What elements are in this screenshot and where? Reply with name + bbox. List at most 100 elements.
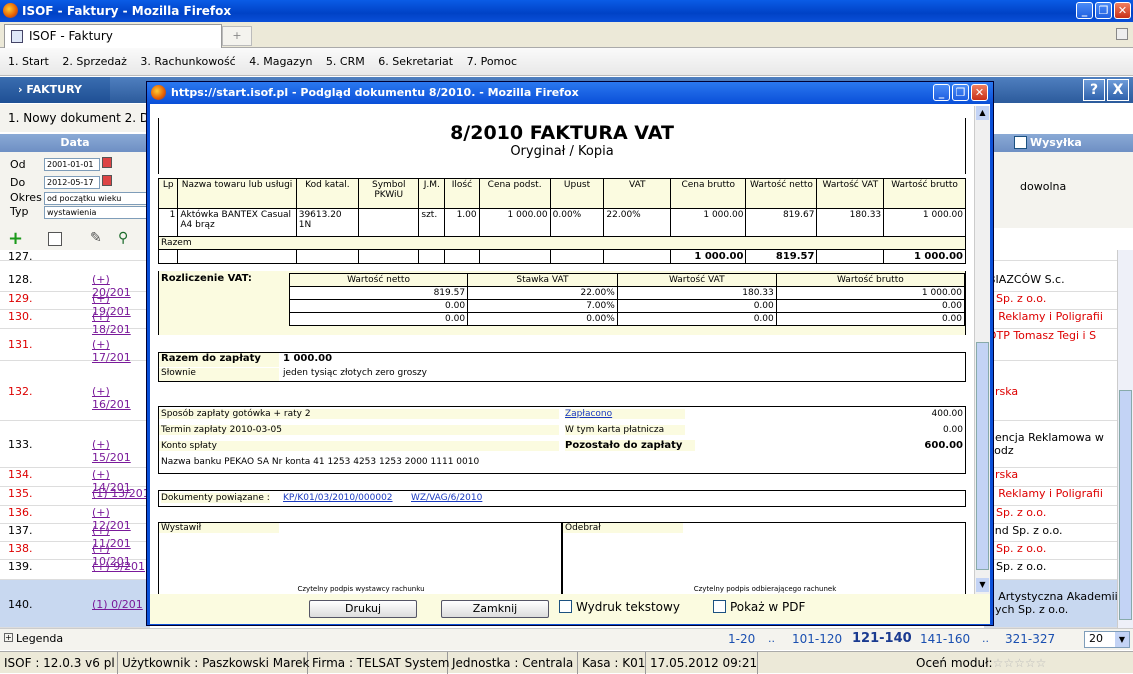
pagination-bar: + Legenda 1-20 .. 101-120 121-140 141-16… [0, 628, 1133, 650]
list-row-selected[interactable]: a Artystyczna Akademii nych Sp. z o.o. [984, 580, 1118, 628]
tab-list-icon[interactable] [1116, 28, 1128, 40]
page-link[interactable]: 1-20 [728, 632, 755, 646]
page-current: 121-140 [852, 631, 912, 646]
browser-tab[interactable]: ISOF - Faktury [4, 24, 222, 48]
list-row[interactable]: 128. (+) 20/201 [0, 273, 150, 299]
tab-faktury[interactable]: › FAKTURY [0, 77, 110, 103]
list-row[interactable]: 131. (+) 17/201 [0, 329, 150, 364]
maximize-icon[interactable]: ❐ [1095, 2, 1112, 19]
list-scrollbar[interactable] [1117, 250, 1133, 628]
okres-label: Okres [10, 191, 42, 204]
list-row[interactable]: gencja Reklamowa w Łodz [984, 421, 1118, 468]
calendar-icon[interactable] [102, 175, 112, 186]
document-preview-window: https://start.isof.pl - Podgląd dokument… [146, 81, 994, 626]
menu-crm[interactable]: 5. CRM [326, 55, 365, 68]
list-row[interactable]: r Sp. z o.o. [984, 542, 1118, 560]
legenda-link[interactable]: Legenda [16, 632, 63, 645]
new-tab-button[interactable]: + [222, 26, 252, 46]
popup-titlebar: https://start.isof.pl - Podgląd dokument… [147, 82, 993, 104]
vat-section: Rozliczenie VAT: Wartość netto Stawka VAT… [158, 271, 966, 335]
list-row[interactable]: 133. (+) 15/201 [0, 421, 150, 468]
print-button[interactable]: Drukuj [309, 600, 417, 618]
typ-label: Typ [10, 205, 29, 218]
list-row[interactable]: r Sp. z o.o. [984, 506, 1118, 524]
page-link[interactable]: 141-160 [920, 632, 970, 646]
add-copy-icon[interactable] [48, 232, 62, 246]
search-icon[interactable]: ⚲ [118, 230, 128, 246]
edit-icon[interactable]: ✎ [90, 230, 102, 246]
text-print-checkbox[interactable] [559, 600, 572, 613]
scroll-up-icon[interactable]: ▲ [976, 106, 989, 120]
minimize-icon[interactable]: _ [1076, 2, 1093, 19]
add-icon[interactable]: + [8, 229, 23, 249]
bank-details: Nazwa banku PEKAO SA Nr konta 41 1253 42… [161, 457, 480, 467]
related-link-wz[interactable]: WZ/VAG/6/2010 [411, 493, 482, 503]
pdf-checkbox[interactable] [713, 600, 726, 613]
typ-select[interactable]: wystawienia [44, 206, 147, 219]
paid-link[interactable]: Zapłacono [565, 409, 685, 419]
list-row[interactable]: 130. (+) 18/201 [0, 310, 150, 336]
list-row[interactable]: 137. (+) 11/201 [0, 524, 150, 550]
list-row[interactable]: 136. (+) 12/201 [0, 506, 150, 532]
list-row[interactable]: 138. (+) 10/201 [0, 542, 150, 568]
close-button[interactable]: Zamknij [441, 600, 549, 618]
expand-icon[interactable]: + [4, 633, 13, 642]
list-row-selected[interactable]: 140. (1) 0/201 [0, 580, 150, 628]
wysylka-checkbox[interactable] [1014, 136, 1027, 149]
list-row[interactable]: BIAZCÓW S.c. [984, 273, 1118, 292]
list-row[interactable]: ürska [984, 361, 1118, 421]
list-row[interactable]: DTP Tomasz Tegi i S [984, 329, 1118, 361]
pdf-label: Pokaż w PDF [730, 600, 806, 614]
scrollbar-thumb[interactable] [976, 342, 989, 570]
preview-scrollbar[interactable]: ▲ ▼ [974, 106, 990, 594]
total-due-section: Razem do zapłaty 1 000.00 Słownie jeden … [158, 352, 966, 382]
popup-title: https://start.isof.pl - Podgląd dokument… [171, 86, 579, 99]
help-button[interactable]: ? [1083, 79, 1105, 101]
close-module-button[interactable]: X [1107, 79, 1129, 101]
invoice-document: 8/2010 FAKTURA VAT Oryginał / Kopia Lp N… [158, 118, 966, 606]
page-link[interactable]: 101-120 [792, 632, 842, 646]
minimize-icon[interactable]: _ [933, 84, 950, 101]
chevron-down-icon[interactable]: ▼ [1115, 632, 1129, 647]
status-kasa: Kasa : K01 [578, 652, 646, 674]
close-icon[interactable]: ✕ [1114, 2, 1131, 19]
list-row[interactable]: and Sp. z o.o. [984, 524, 1118, 542]
page-link[interactable]: 321-327 [1005, 632, 1055, 646]
data-column-header[interactable]: Data [0, 134, 150, 152]
menu-rachunkowosc[interactable]: 3. Rachunkowość [140, 55, 235, 68]
wysylka-filter-value[interactable]: dowolna [1020, 180, 1066, 193]
menu-start[interactable]: 1. Start [8, 55, 49, 68]
list-row[interactable]: a Reklamy i Poligrafii [984, 310, 1118, 329]
tab-label: ISOF - Faktury [29, 29, 113, 43]
od-input[interactable]: 2001-01-01 [44, 158, 100, 171]
scroll-down-icon[interactable]: ▼ [976, 578, 989, 592]
list-row[interactable]: ürska [984, 468, 1118, 487]
close-icon[interactable]: ✕ [971, 84, 988, 101]
slownie-value: jeden tysiąc złotych zero groszy [283, 368, 427, 378]
calendar-icon[interactable] [102, 157, 112, 168]
items-table: Lp Nazwa towaru lub usługi Kod katal. Sy… [158, 178, 966, 264]
new-document-link[interactable]: 1. Nowy dokument 2. D [8, 111, 149, 125]
menu-sprzedaz[interactable]: 2. Sprzedaż [62, 55, 127, 68]
list-row[interactable]: 129. (+) 19/201 [0, 292, 150, 318]
vat-table: Wartość netto Stawka VAT Wartość VAT Wartoś… [288, 273, 966, 326]
scrollbar-thumb[interactable] [1119, 390, 1132, 620]
list-row[interactable]: r Sp. z o.o. [984, 560, 1118, 580]
list-row[interactable]: 132. (+) 16/201 [0, 361, 150, 421]
related-link-kp[interactable]: KP/K01/03/2010/000002 [283, 493, 393, 503]
list-row[interactable]: 134. (+) 14/201 [0, 468, 150, 494]
menu-pomoc[interactable]: 7. Pomoc [467, 55, 517, 68]
list-row[interactable]: r Sp. z o.o. [984, 292, 1118, 310]
do-input[interactable]: 2012-05-17 [44, 176, 100, 189]
list-row[interactable]: 139. (+) 9/201 [0, 560, 150, 580]
menu-sekretariat[interactable]: 6. Sekretariat [378, 55, 453, 68]
list-row[interactable]: a Reklamy i Poligrafii [984, 487, 1118, 506]
rating-stars-icon[interactable]: ☆☆☆☆☆ [993, 656, 1047, 670]
list-row[interactable] [984, 250, 1118, 261]
list-row[interactable]: 135. (1) 13/201 [0, 487, 150, 506]
maximize-icon[interactable]: ❐ [952, 84, 969, 101]
list-row[interactable]: 127. [0, 250, 150, 263]
okres-select[interactable]: od początku wieku [44, 192, 147, 205]
per-page-select[interactable]: 20 ▼ [1084, 631, 1130, 648]
menu-magazyn[interactable]: 4. Magazyn [249, 55, 312, 68]
